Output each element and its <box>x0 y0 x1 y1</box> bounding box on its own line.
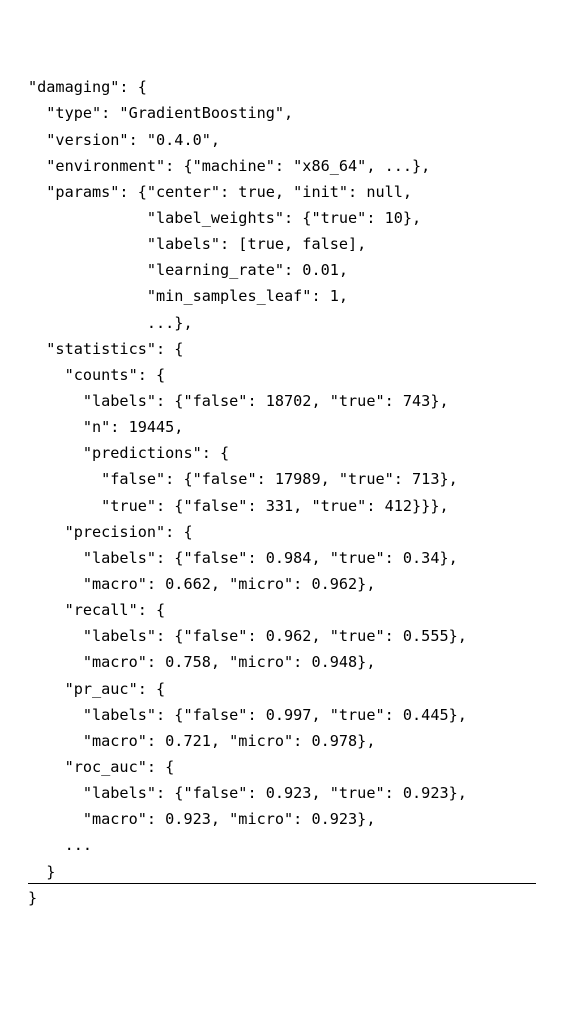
code-line: "roc_auc": { <box>28 758 174 776</box>
code-line: ...}, <box>28 314 193 332</box>
code-line: "version": "0.4.0", <box>28 131 220 149</box>
code-line: "true": {"false": 331, "true": 412}}}, <box>28 497 449 515</box>
code-line: "macro": 0.923, "micro": 0.923}, <box>28 810 375 828</box>
code-line: "type": "GradientBoosting", <box>28 104 293 122</box>
code-line: "labels": {"false": 0.984, "true": 0.34}… <box>28 549 458 567</box>
code-line: "labels": {"false": 0.997, "true": 0.445… <box>28 706 467 724</box>
code-block: "damaging": { "type": "GradientBoosting"… <box>28 74 536 911</box>
code-line: "labels": {"false": 18702, "true": 743}, <box>28 392 449 410</box>
code-line: "macro": 0.662, "micro": 0.962}, <box>28 575 375 593</box>
code-line: "labels": [true, false], <box>28 235 366 253</box>
code-line: "macro": 0.721, "micro": 0.978}, <box>28 732 375 750</box>
code-line: "environment": {"machine": "x86_64", ...… <box>28 157 430 175</box>
code-line: "min_samples_leaf": 1, <box>28 287 348 305</box>
code-line: "macro": 0.758, "micro": 0.948}, <box>28 653 375 671</box>
code-line: "counts": { <box>28 366 165 384</box>
code-line: "precision": { <box>28 523 193 541</box>
code-line: "learning_rate": 0.01, <box>28 261 348 279</box>
code-line: } <box>28 863 55 881</box>
horizontal-rule <box>28 883 536 884</box>
code-line: "n": 19445, <box>28 418 183 436</box>
code-line: "labels": {"false": 0.923, "true": 0.923… <box>28 784 467 802</box>
code-line: "false": {"false": 17989, "true": 713}, <box>28 470 458 488</box>
code-line: } <box>28 889 37 907</box>
code-line: "recall": { <box>28 601 165 619</box>
code-line: "pr_auc": { <box>28 680 165 698</box>
code-line: "labels": {"false": 0.962, "true": 0.555… <box>28 627 467 645</box>
code-line: ... <box>28 836 92 854</box>
code-line: "params": {"center": true, "init": null, <box>28 183 412 201</box>
code-line: "predictions": { <box>28 444 229 462</box>
code-line: "statistics": { <box>28 340 183 358</box>
code-line: "damaging": { <box>28 78 147 96</box>
code-line: "label_weights": {"true": 10}, <box>28 209 421 227</box>
